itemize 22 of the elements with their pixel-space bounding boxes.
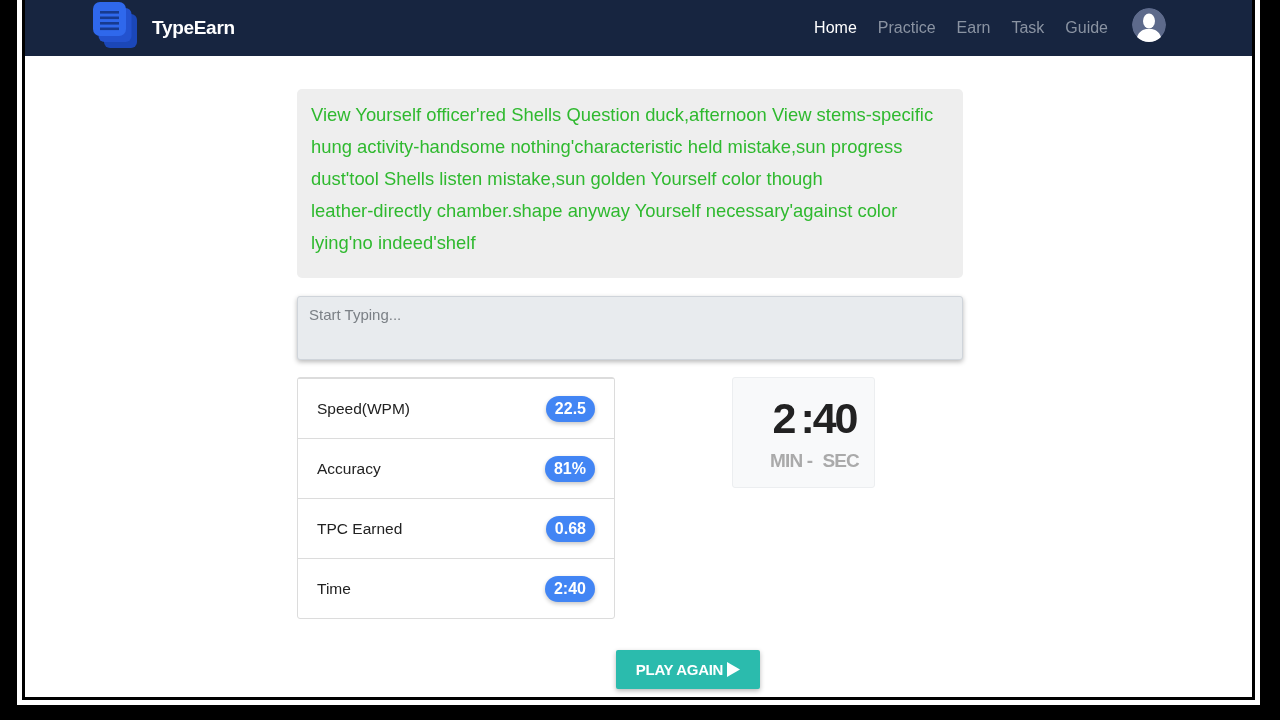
stacked-documents-logo-icon [93,2,137,48]
stat-value-badge: 2:40 [544,575,595,602]
nav-link[interactable]: Home [814,19,857,37]
timer-display: 2:40 [772,393,857,443]
passage-text: View Yourself officer'red Shells Question duck,afternoon View stems-specific hung activity-handsome nothing'characteristic held mistake,sun progress dust'tool Shells listen mistake,sun golden Yourself color though leather-directly chamber.shape anyway Yourself necessary'against color lying'no indeed'shelf [311,103,935,255]
stat-label: TPC Earned [317,519,403,538]
timer-unit-label: MIN - [769,450,813,472]
stat-value-badge: 22.5 [545,395,595,422]
stat-label: Speed(WPM) [317,399,411,418]
nav-link[interactable]: Earn [956,19,991,37]
user-avatar-icon[interactable] [1132,8,1166,42]
play-icon [727,662,741,677]
nav-link[interactable]: Task [1011,19,1045,37]
nav-link[interactable]: Practice [877,19,936,37]
stat-label: Time [317,579,351,598]
nav-link[interactable]: Guide [1065,19,1108,37]
stat-value-badge: 81% [544,455,595,482]
brand-name: TypeEarn [152,17,235,39]
typing-field[interactable]: Start Typing... [297,296,963,360]
timer-unit-label: SEC [822,450,860,472]
stat-value-badge: 0.68 [545,515,595,542]
stat-label: Accuracy [317,459,381,478]
